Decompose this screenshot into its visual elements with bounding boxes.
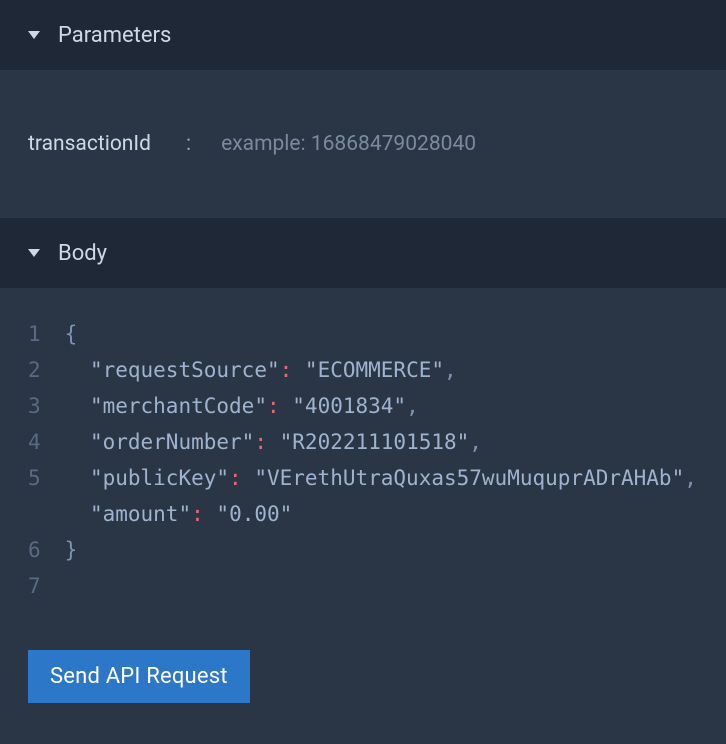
param-colon: : <box>186 132 191 156</box>
param-input-transactionId[interactable] <box>221 132 698 156</box>
actions-bar: Send API Request <box>0 604 726 703</box>
caret-down-icon <box>28 249 40 257</box>
body-title: Body <box>58 241 107 266</box>
param-row-transactionId: transactionId : <box>28 132 698 156</box>
json-editor[interactable]: 12345 67 { "requestSource": "ECOMMERCE",… <box>28 316 698 604</box>
json-code[interactable]: { "requestSource": "ECOMMERCE", "merchan… <box>65 316 698 604</box>
param-name: transactionId <box>28 132 186 156</box>
line-gutter: 12345 67 <box>28 316 65 604</box>
parameters-section-header[interactable]: Parameters <box>0 0 726 70</box>
caret-down-icon <box>28 31 40 39</box>
body-content: 12345 67 { "requestSource": "ECOMMERCE",… <box>0 288 726 604</box>
parameters-title: Parameters <box>58 23 171 48</box>
send-api-request-button[interactable]: Send API Request <box>28 650 250 703</box>
parameters-content: transactionId : <box>0 70 726 218</box>
body-section-header[interactable]: Body <box>0 218 726 288</box>
